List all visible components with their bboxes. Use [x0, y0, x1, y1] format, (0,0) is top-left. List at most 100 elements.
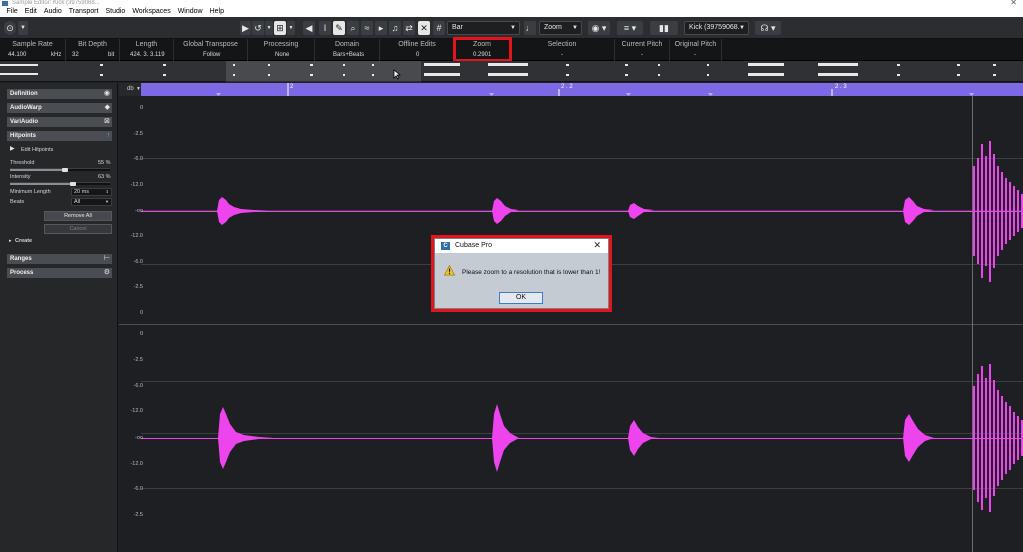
scale-label: -12.0	[130, 233, 143, 239]
info-label: Processing	[263, 41, 299, 48]
waveform-display[interactable]: 0 -2.5 -6.0 -12.0 -oo -12.0 -6.0 -2.5 0 …	[119, 96, 1023, 552]
menu-help[interactable]: Help	[206, 7, 227, 17]
intensity-slider-knob[interactable]	[70, 182, 76, 186]
info-offline-edits[interactable]: Offline Edits 0	[380, 39, 455, 61]
variaudio-icon[interactable]: ⊠	[104, 117, 110, 127]
audition-tool-icon[interactable]: ♫	[389, 21, 401, 35]
menu-studio[interactable]: Studio	[102, 7, 129, 17]
info-label: Bit Depth	[78, 41, 107, 48]
beats-dropdown[interactable]: All ▼	[71, 198, 112, 206]
info-value: 32	[72, 52, 79, 58]
info-original-pitch[interactable]: Original Pitch -	[670, 39, 722, 61]
minimum-length-field[interactable]: 20 ms ⇕	[71, 188, 112, 196]
color-menu-icon[interactable]: ≡ ▾	[617, 21, 643, 35]
section-definition[interactable]: Definition ◉	[7, 89, 112, 99]
grid-type-value: Bar	[452, 24, 463, 31]
cancel-button[interactable]: Cancel	[44, 224, 112, 234]
range-tool-icon[interactable]: I	[319, 21, 331, 35]
section-variaudio[interactable]: VariAudio ⊠	[7, 117, 112, 127]
threshold-slider-fill	[10, 169, 65, 171]
info-value: 44.100	[8, 52, 27, 58]
info-global-transpose[interactable]: Global Transpose Follow	[174, 39, 248, 61]
info-value: 424. 3. 3.119	[130, 52, 165, 58]
threshold-slider-knob[interactable]	[62, 168, 68, 172]
loop-icon[interactable]: ↺	[252, 21, 264, 35]
window-close-icon[interactable]: ✕	[1010, 0, 1017, 7]
process-icon[interactable]: ⚙	[104, 268, 110, 278]
create-label[interactable]: Create	[15, 238, 32, 244]
snap-to-zero-icon[interactable]: ✕	[418, 21, 430, 35]
info-label: Original Pitch	[674, 41, 717, 48]
info-bit-depth[interactable]: Bit Depth 32 bit	[66, 39, 120, 61]
remove-all-button[interactable]: Remove All	[44, 211, 112, 221]
scale-label: 0	[139, 310, 143, 316]
overview-line[interactable]	[0, 61, 1023, 82]
autoscroll-icon[interactable]: ⇄	[403, 21, 415, 35]
grid-type-dropdown[interactable]: Bar ▼	[447, 21, 520, 35]
section-audiowarp[interactable]: AudioWarp ◆	[7, 103, 112, 113]
waveform-canvas	[119, 96, 1023, 552]
ruler-bar-label: 2	[290, 84, 294, 90]
info-selection[interactable]: Selection -	[510, 39, 615, 61]
section-hitpoints[interactable]: Hitpoints ↑	[7, 131, 112, 141]
menu-file[interactable]: File	[3, 7, 21, 17]
grid-icon[interactable]: #	[433, 21, 445, 35]
zoom-tool-icon[interactable]: ⌕	[347, 21, 359, 35]
section-label: Process	[10, 270, 34, 276]
info-value: -	[694, 52, 696, 58]
intensity-label: Intensity	[10, 174, 31, 180]
menu-transport[interactable]: Transport	[65, 7, 102, 17]
info-processing[interactable]: Processing None	[248, 39, 315, 61]
draw-tool-icon[interactable]: ✎	[333, 21, 345, 35]
hitpoints-icon[interactable]: ↑	[107, 131, 111, 141]
intensity-slider[interactable]	[10, 182, 110, 186]
note-icon[interactable]: ♩	[524, 21, 536, 35]
zoom-mode-dropdown[interactable]: Zoom ▼	[539, 21, 582, 35]
create-expand-icon[interactable]: ▸	[9, 238, 12, 244]
beats-label: Beats	[10, 199, 25, 205]
loop-menu-chevron-icon[interactable]: ▼	[265, 21, 273, 35]
headphones-icon[interactable]: ☊ ▾	[755, 21, 781, 35]
info-current-pitch[interactable]: Current Pitch -	[615, 39, 670, 61]
event-selector-dropdown[interactable]: Kick (39759068. ▼	[684, 21, 749, 35]
info-sample-rate[interactable]: Sample Rate 44.100 kHz	[0, 39, 66, 61]
play-tool-icon[interactable]: ▸	[375, 21, 387, 35]
speaker-icon[interactable]: ◀	[303, 21, 315, 35]
edit-hitpoints-label[interactable]: Edit Hitpoints	[21, 147, 53, 153]
layout-menu-chevron-icon[interactable]: ▼	[18, 21, 28, 35]
menu-window[interactable]: Window	[174, 7, 206, 17]
window-layout-icon[interactable]: ⊙	[4, 21, 16, 35]
window-title: Sample Editor: Kick (39759068...	[12, 0, 100, 6]
section-ranges[interactable]: Ranges ⊢	[7, 254, 112, 264]
ranges-icon[interactable]: ⊢	[104, 254, 110, 264]
menu-audio[interactable]: Audio	[40, 7, 65, 17]
threshold-slider[interactable]	[10, 168, 110, 172]
snap-icon[interactable]: ⊞	[274, 21, 286, 35]
eye-icon[interactable]: ◉	[104, 89, 110, 99]
info-label: Sample Rate	[12, 41, 53, 48]
edit-hitpoints-icon[interactable]: ▶	[10, 146, 16, 152]
snap-menu-chevron-icon[interactable]: ▼	[287, 21, 295, 35]
ok-button[interactable]: OK	[499, 292, 543, 304]
scale-label: -2.5	[133, 131, 143, 137]
level-meter-icon[interactable]: ▮▮	[650, 21, 678, 35]
zoom-mode-value: Zoom	[544, 24, 562, 31]
scrub-tool-icon[interactable]: ≈	[361, 21, 373, 35]
menu-edit[interactable]: Edit	[21, 7, 40, 17]
scale-label: -oo	[135, 435, 143, 441]
menu-workspaces[interactable]: Workspaces	[129, 7, 174, 17]
minimum-length-label: Minimum Length	[10, 189, 51, 195]
stepper-icon[interactable]: ⇕	[106, 189, 109, 195]
dialog-titlebar: C Cubase Pro ✕	[435, 239, 608, 253]
dialog-close-icon[interactable]: ✕	[593, 240, 601, 251]
info-length[interactable]: Length 424. 3. 3.119	[120, 39, 174, 61]
section-process[interactable]: Process ⚙	[7, 268, 112, 278]
warp-icon[interactable]: ◆	[105, 103, 110, 113]
visibility-icon[interactable]: ◉ ▾	[588, 21, 610, 35]
info-domain[interactable]: Domain Bars+Beats	[315, 39, 380, 61]
overview-visible-range[interactable]	[226, 61, 421, 82]
ruler-unit-label[interactable]: db	[127, 86, 134, 92]
play-icon[interactable]: ▶	[240, 21, 251, 35]
timeline-ruler[interactable]: 2 2 . 2 2 . 3	[141, 83, 1023, 96]
section-label: Definition	[10, 91, 38, 97]
